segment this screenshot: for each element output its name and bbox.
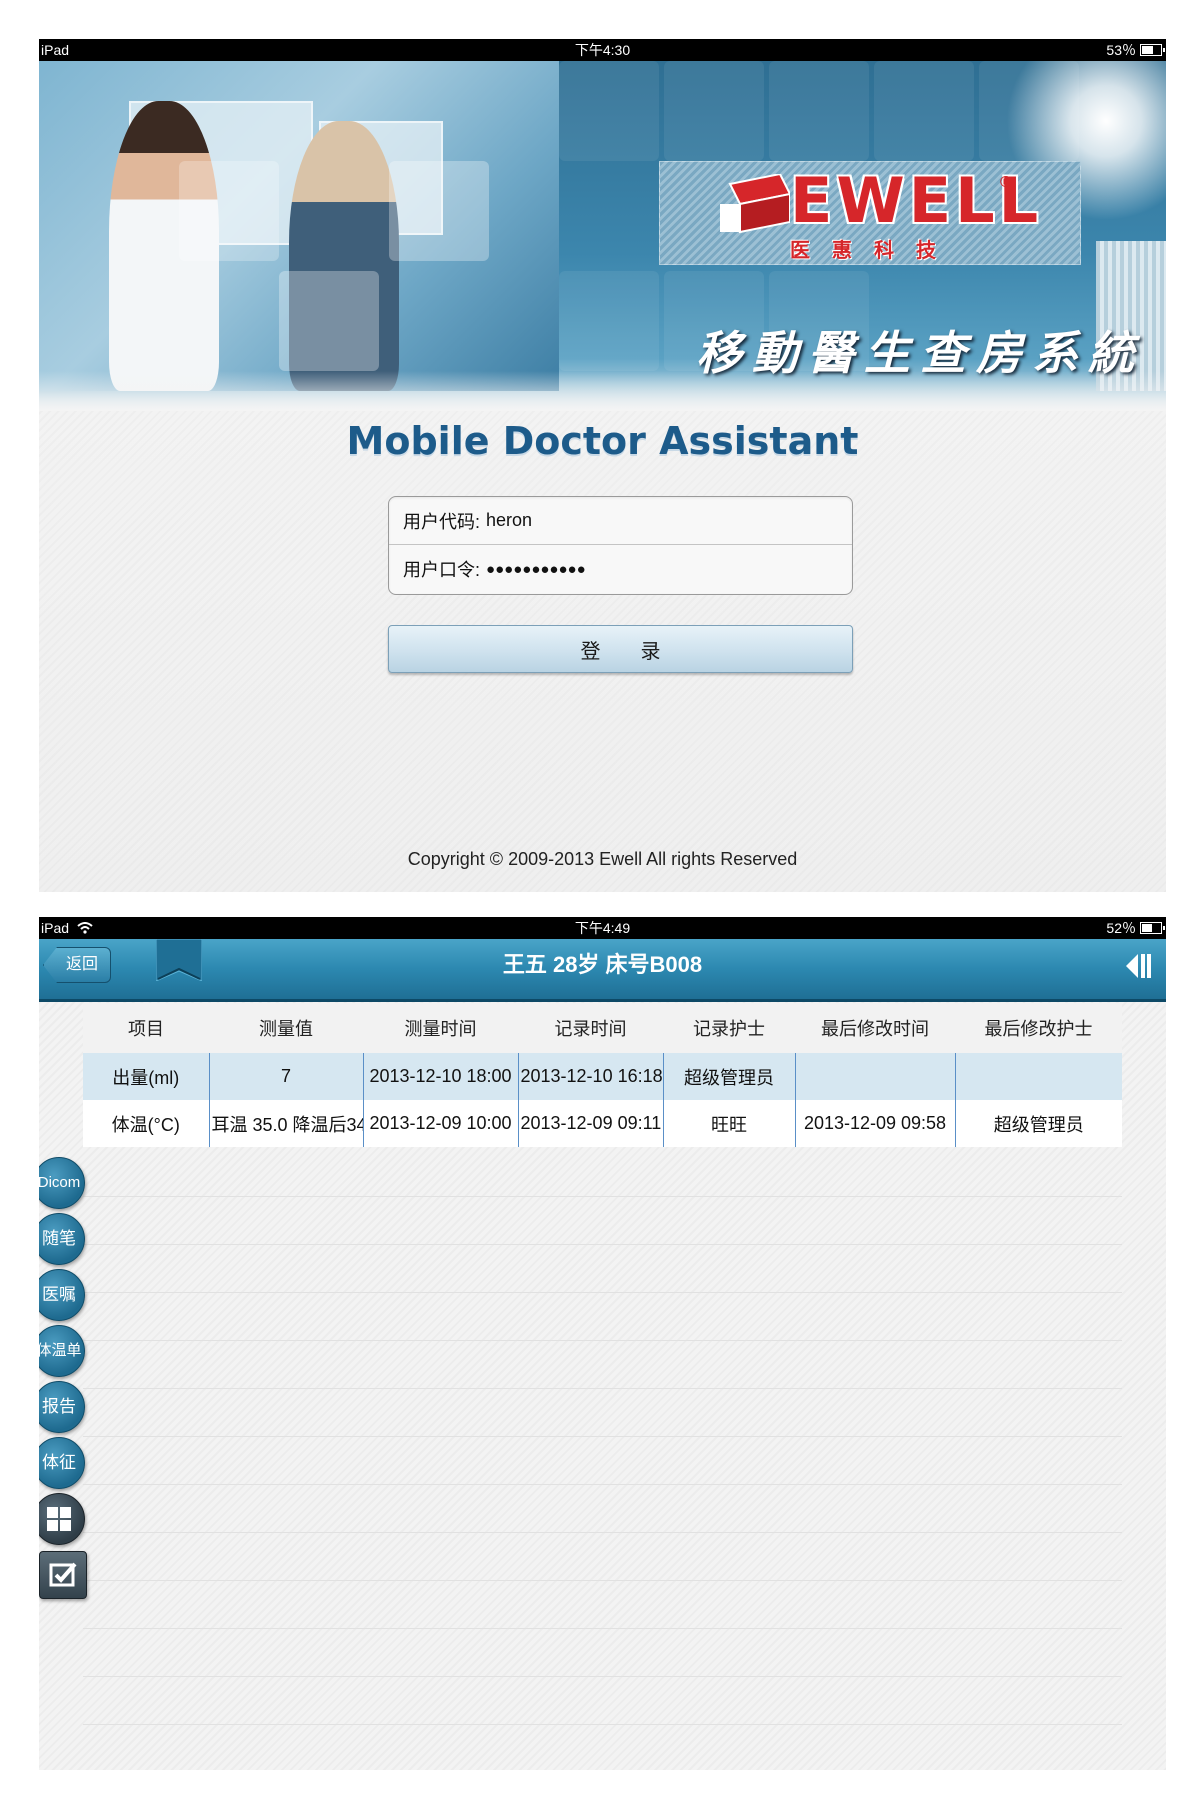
side-menu-reports[interactable]: 报告 (39, 1381, 85, 1433)
table-cell: 2013-12-10 16:18 (518, 1053, 664, 1100)
column-header[interactable]: 最后修改时间 (795, 1003, 955, 1053)
side-menu-temperature-chart[interactable]: 体温单 (39, 1325, 85, 1377)
battery-percent: 52％ (1106, 920, 1136, 936)
battery-indicator: 53％ (1106, 39, 1165, 61)
nav-bar: 返回 王五 28岁 床号B008 (39, 939, 1166, 1002)
side-menu-notes[interactable]: 随笔 (39, 1213, 85, 1265)
table-header: 项目 测量值 测量时间 记录时间 记录护士 最后修改时间 最后修改护士 (83, 1003, 1122, 1053)
battery-icon (1140, 922, 1165, 934)
logo-subtitle: 医惠科技 (790, 240, 958, 262)
login-screen: iPad 下午4:30 53％ EWELL ® 医惠科技 移動醫生查房系統 Mo… (39, 39, 1166, 892)
column-header[interactable]: 测量时间 (363, 1003, 518, 1053)
checklist-icon (49, 1562, 77, 1587)
table-cell: 2013-12-10 18:00 (363, 1053, 519, 1100)
table-row[interactable]: 出量(ml) 7 2013-12-10 18:00 2013-12-10 16:… (83, 1053, 1122, 1100)
app-title: Mobile Doctor Assistant (346, 419, 859, 463)
battery-level (1142, 924, 1153, 932)
side-menu-dicom[interactable]: Dicom (39, 1157, 85, 1209)
column-header[interactable]: 测量值 (209, 1003, 363, 1053)
vitals-screen: iPad 下午4:49 52％ 返回 王五 28岁 床号B008 项目 测量值 (39, 917, 1166, 1770)
collapse-panel-icon[interactable] (1126, 952, 1152, 980)
user-code-row: 用户代码: (389, 497, 852, 545)
column-header[interactable]: 记录护士 (663, 1003, 795, 1053)
status-time: 下午4:49 (574, 920, 631, 936)
table-row[interactable]: 体温(°C) 耳温 35.0 降温后34.0 2013-12-09 10:00 … (83, 1100, 1122, 1147)
login-button[interactable]: 登录 (388, 625, 853, 673)
column-header[interactable]: 项目 (83, 1003, 209, 1053)
status-time: 下午4:30 (574, 42, 631, 58)
login-form: 用户代码: 用户口令: ●●●●●●●●●●● (388, 496, 853, 595)
table-cell (795, 1053, 956, 1100)
empty-rows (83, 1149, 1122, 1725)
header-banner: EWELL ® 医惠科技 移動醫生查房系統 (39, 61, 1166, 411)
status-bar: iPad 下午4:49 52％ (39, 917, 1166, 939)
side-menu-vitals[interactable]: 体征 (39, 1437, 85, 1489)
doctors-photo (39, 61, 559, 391)
vitals-table: 项目 测量值 测量时间 记录时间 记录护士 最后修改时间 最后修改护士 出量(m… (83, 1003, 1122, 1147)
user-code-label: 用户代码: (403, 511, 481, 532)
grid-icon (47, 1507, 71, 1531)
registered-mark: ® (1000, 174, 1012, 191)
table-cell: 体温(°C) (83, 1100, 210, 1147)
table-cell: 出量(ml) (83, 1053, 210, 1100)
table-cell: 超级管理员 (663, 1053, 796, 1100)
checklist-button[interactable] (39, 1551, 87, 1599)
grid-button[interactable] (39, 1493, 85, 1545)
password-row: 用户口令: ●●●●●●●●●●● (389, 545, 852, 593)
table-cell: 2013-12-09 09:11 (518, 1100, 664, 1147)
patient-title: 王五 28岁 床号B008 (502, 952, 703, 977)
company-logo: EWELL ® 医惠科技 (659, 161, 1081, 265)
table-cell (955, 1053, 1122, 1100)
side-menu-orders[interactable]: 医嘱 (39, 1269, 85, 1321)
battery-level (1142, 46, 1153, 54)
table-cell: 2013-12-09 10:00 (363, 1100, 519, 1147)
logo-emblem-icon (720, 174, 790, 234)
column-header[interactable]: 最后修改护士 (955, 1003, 1122, 1053)
user-code-input[interactable] (486, 510, 787, 531)
column-header[interactable]: 记录时间 (518, 1003, 663, 1053)
table-cell: 超级管理员 (955, 1100, 1122, 1147)
battery-percent: 53％ (1106, 42, 1136, 58)
table-cell: 2013-12-09 09:58 (795, 1100, 956, 1147)
table-cell: 7 (209, 1053, 364, 1100)
table-cell: 耳温 35.0 降温后34.0 (209, 1100, 364, 1147)
status-bar: iPad 下午4:30 53％ (39, 39, 1166, 61)
table-cell: 旺旺 (663, 1100, 796, 1147)
copyright-text: Copyright © 2009-2013 Ewell All rights R… (407, 849, 798, 869)
password-label: 用户口令: (403, 560, 481, 580)
battery-indicator: 52％ (1106, 917, 1165, 939)
battery-icon (1140, 44, 1165, 56)
password-input[interactable]: ●●●●●●●●●●● (486, 561, 586, 578)
